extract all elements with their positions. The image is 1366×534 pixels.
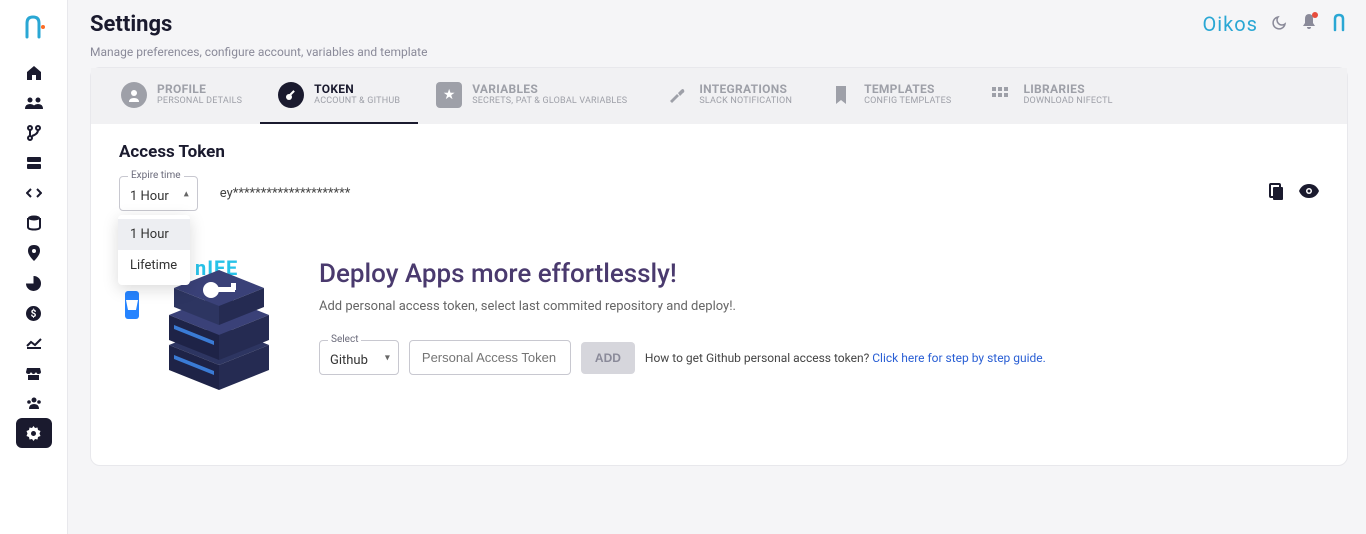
help-text: How to get Github personal access token?… — [645, 351, 1046, 365]
tab-title: INTEGRATIONS — [699, 83, 792, 96]
topbar: Settings Manage preferences, configure a… — [90, 12, 1348, 59]
dropdown-option-lifetime[interactable]: Lifetime — [118, 250, 190, 281]
templates-tab-icon — [828, 82, 854, 108]
tab-variables[interactable]: ★ VARIABLESSECRETS, PAT & GLOBAL VARIABL… — [418, 68, 645, 124]
tab-sub: CONFIG TEMPLATES — [864, 97, 951, 107]
expire-value: 1 Hour — [130, 189, 169, 204]
team-icon[interactable] — [16, 388, 52, 418]
tab-title: TOKEN — [314, 83, 400, 96]
bitbucket-logo-icon — [125, 291, 139, 319]
svg-text:$: $ — [31, 307, 37, 320]
piechart-icon[interactable] — [16, 268, 52, 298]
vcs-select[interactable]: Select Github ▾ — [319, 340, 399, 375]
tab-sub: SECRETS, PAT & GLOBAL VARIABLES — [472, 97, 627, 107]
tab-sub: PERSONAL DETAILS — [157, 97, 242, 107]
location-icon[interactable] — [16, 238, 52, 268]
expire-label: Expire time — [128, 170, 184, 181]
tab-sub: ACCOUNT & GITHUB — [314, 97, 400, 107]
section-title: Access Token — [119, 142, 1319, 162]
token-masked-value: ey********************* — [220, 186, 1245, 201]
expire-dropdown: 1 Hour Lifetime — [118, 215, 190, 285]
org-name[interactable]: Oikos — [1203, 12, 1259, 36]
access-token-row: Expire time 1 Hour ▴ 1 Hour Lifetime ey*… — [119, 176, 1319, 211]
tab-sub: SLACK NOTIFICATION — [699, 97, 792, 107]
settings-icon[interactable] — [16, 418, 52, 448]
theme-toggle-icon[interactable] — [1272, 14, 1288, 34]
expire-time-select[interactable]: Expire time 1 Hour ▴ 1 Hour Lifetime — [119, 176, 198, 211]
integrations-tab-icon — [663, 82, 689, 108]
main-content: Settings Manage preferences, configure a… — [68, 0, 1366, 534]
reveal-token-icon[interactable] — [1299, 183, 1319, 205]
page-title: Settings — [90, 12, 427, 37]
page-subtitle: Manage preferences, configure account, v… — [90, 45, 427, 59]
notification-dot — [1312, 12, 1318, 18]
add-button[interactable]: ADD — [581, 342, 635, 374]
tab-title: PROFILE — [157, 83, 242, 96]
tab-title: LIBRARIES — [1023, 83, 1112, 96]
tab-templates[interactable]: TEMPLATESCONFIG TEMPLATES — [810, 68, 969, 124]
users-icon[interactable] — [16, 88, 52, 118]
copy-token-icon[interactable] — [1267, 183, 1285, 205]
settings-card: PROFILEPERSONAL DETAILS TOKENACCOUNT & G… — [90, 67, 1348, 466]
app-icon-small[interactable] — [1330, 12, 1348, 36]
caret-up-icon: ▴ — [184, 188, 189, 199]
tabs-bar: PROFILEPERSONAL DETAILS TOKENACCOUNT & G… — [91, 68, 1347, 124]
token-tab-icon — [278, 82, 304, 108]
tab-token[interactable]: TOKENACCOUNT & GITHUB — [260, 68, 418, 124]
chart-icon[interactable] — [16, 328, 52, 358]
help-prefix: How to get Github personal access token? — [645, 351, 872, 365]
tab-title: VARIABLES — [472, 83, 627, 96]
database-icon[interactable] — [16, 208, 52, 238]
deploy-subtitle: Add personal access token, select last c… — [319, 299, 1319, 314]
vcs-select-value: Github — [330, 353, 368, 368]
caret-down-icon: ▾ — [385, 352, 390, 363]
sidebar: $ — [0, 0, 68, 534]
app-logo[interactable] — [16, 10, 52, 46]
dropdown-option-1hour[interactable]: 1 Hour — [118, 219, 190, 250]
variables-tab-icon: ★ — [436, 82, 462, 108]
tab-title: TEMPLATES — [864, 83, 951, 96]
tab-content: Access Token Expire time 1 Hour ▴ 1 Hour… — [91, 124, 1347, 465]
deploy-title: Deploy Apps more effortlessly! — [319, 259, 1319, 289]
help-link[interactable]: Click here for step by step guide. — [872, 351, 1046, 365]
home-icon[interactable] — [16, 58, 52, 88]
dollar-icon[interactable]: $ — [16, 298, 52, 328]
server-icon[interactable] — [16, 148, 52, 178]
code-icon[interactable] — [16, 178, 52, 208]
tab-profile[interactable]: PROFILEPERSONAL DETAILS — [103, 68, 260, 124]
deploy-form: Select Github ▾ ADD How to get Github pe… — [319, 340, 1319, 375]
branch-icon[interactable] — [16, 118, 52, 148]
notifications-icon[interactable] — [1302, 14, 1316, 34]
tab-libraries[interactable]: LIBRARIESDOWNLOAD NIFECTL — [969, 68, 1130, 124]
vcs-select-label: Select — [328, 334, 361, 345]
tab-integrations[interactable]: INTEGRATIONSSLACK NOTIFICATION — [645, 68, 810, 124]
store-icon[interactable] — [16, 358, 52, 388]
deploy-section: ◆ nIFE — [119, 255, 1319, 435]
tab-sub: DOWNLOAD NIFECTL — [1023, 97, 1112, 107]
pat-input[interactable] — [409, 340, 571, 375]
libraries-tab-icon — [987, 82, 1013, 108]
profile-tab-icon — [121, 82, 147, 108]
